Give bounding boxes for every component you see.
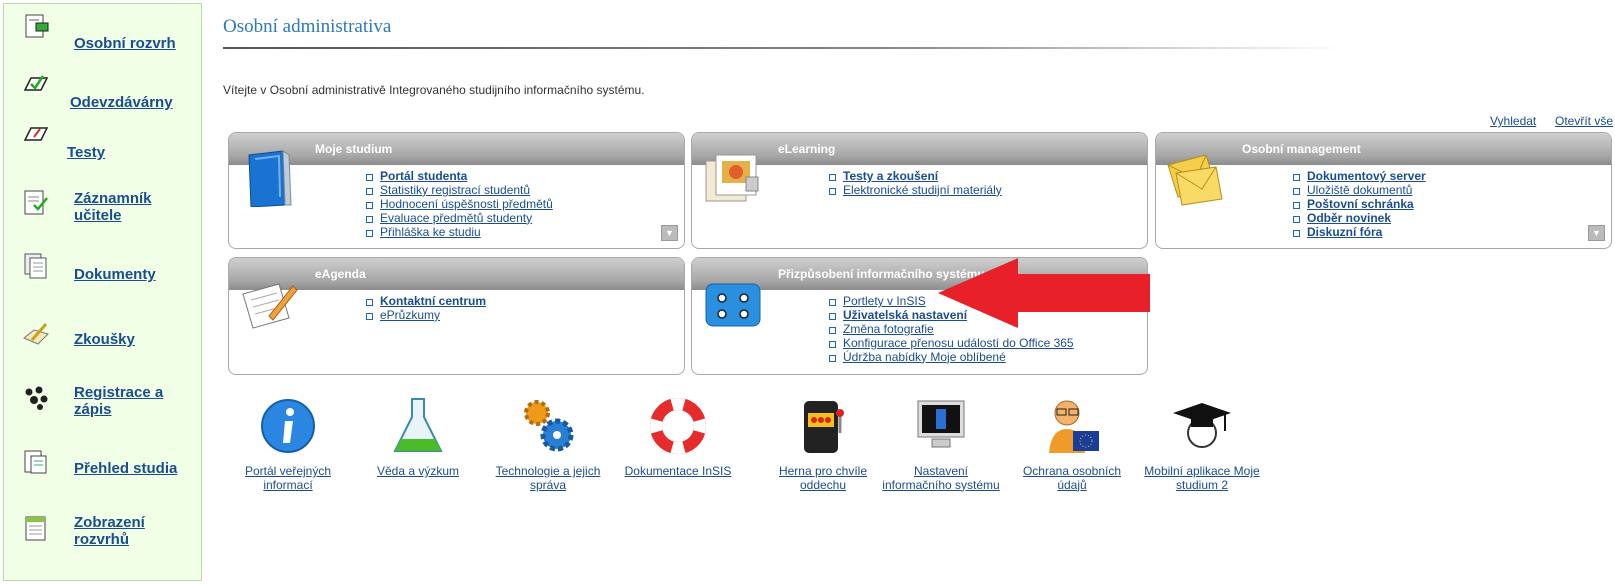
timetable-icon: [25, 516, 46, 541]
elearning-icon: [705, 154, 759, 202]
page-title: Osobní administrativa: [223, 16, 392, 37]
link-odber-novinek[interactable]: Odběr novinek: [1307, 211, 1391, 225]
portlet-moje-studium: Moje studium Portál studenta Statistiky …: [228, 132, 685, 249]
notebook-icon: [24, 190, 48, 215]
list-item[interactable]: Testy a zkoušení: [829, 169, 1002, 184]
portlet-title: Moje studium: [315, 142, 393, 156]
list-item[interactable]: Poštovní schránka: [1293, 197, 1426, 212]
slot-machine-icon: [804, 401, 844, 453]
sidebar: Osobní rozvrh Odevzdávárny Testy Záznamn…: [3, 3, 202, 581]
sidebar-item-label[interactable]: Dokumenty: [74, 266, 156, 283]
open-all-link[interactable]: Otevřít vše: [1555, 114, 1613, 128]
sidebar-item-label[interactable]: Zkoušky: [74, 331, 135, 348]
list-item[interactable]: ePrůzkumy: [366, 308, 486, 323]
quick-link-label[interactable]: Mobilní aplikace Moje studium 2: [1142, 464, 1262, 492]
link-prihlaska[interactable]: Přihláška ke studiu: [380, 225, 481, 239]
portlet-title: Osobní management: [1242, 142, 1361, 156]
list-item[interactable]: Portál studenta: [366, 169, 553, 184]
link-udrzba-nabidky[interactable]: Údržba nabídky Moje oblíbené: [843, 350, 1006, 364]
documents-icon: [24, 253, 47, 279]
link-portal-studenta[interactable]: Portál studenta: [380, 169, 467, 183]
list-item[interactable]: Kontaktní centrum: [366, 294, 486, 309]
welcome-text: Vítejte v Osobní administrativě Integrov…: [223, 83, 645, 97]
quick-link-dokumentace-insis[interactable]: Dokumentace InSIS: [618, 395, 738, 479]
list-item[interactable]: Uložiště dokumentů: [1293, 183, 1426, 198]
quick-link-label[interactable]: Dokumentace InSIS: [618, 464, 738, 479]
quick-link-ochrana-osobnich-udaju[interactable]: Ochrana osobních údajů: [1012, 395, 1132, 492]
list-item[interactable]: Hodnocení úspěšnosti předmětů: [366, 197, 553, 212]
gdpr-person-icon: [1049, 400, 1099, 453]
link-epruzkumy[interactable]: ePrůzkumy: [380, 308, 440, 322]
link-statistiky[interactable]: Statistiky registrací studentů: [380, 183, 530, 197]
link-portlety-v-insis[interactable]: Portlety v InSIS: [843, 294, 926, 308]
quick-link-veda-a-vyzkum[interactable]: Věda a výzkum: [358, 395, 478, 479]
expand-button[interactable]: ▼: [1588, 225, 1605, 241]
quick-link-technologie[interactable]: Technologie a jejich správa: [488, 395, 608, 492]
lifebuoy-icon: [650, 398, 706, 454]
link-konfigurace-office365[interactable]: Konfigurace přenosu událostí do Office 3…: [843, 336, 1074, 350]
quick-link-label[interactable]: Technologie a jejich správa: [488, 464, 608, 492]
quick-link-label[interactable]: Nastavení informačního systému: [881, 464, 1001, 492]
quick-link-herna[interactable]: Herna pro chvíle oddechu: [763, 395, 883, 492]
portlet-osobni-management: Osobní management Dokumentový server Ulo…: [1155, 132, 1612, 249]
link-dokumentovy-server[interactable]: Dokumentový server: [1307, 169, 1426, 183]
graduation-cap-icon: [1173, 403, 1231, 448]
paw-icon: [25, 386, 48, 410]
link-zmena-fotografie[interactable]: Změna fotografie: [843, 322, 934, 336]
sidebar-item-label[interactable]: Osobní rozvrh: [74, 35, 176, 52]
portlet-title: eLearning: [778, 142, 836, 156]
list-item[interactable]: Údržba nabídky Moje oblíbené: [829, 350, 1074, 365]
sidebar-item-label[interactable]: Odevzdávárny: [70, 94, 173, 111]
test-icon: [23, 127, 49, 141]
quick-link-nastaveni-is[interactable]: Nastavení informačního systému: [881, 395, 1001, 492]
dropbox-icon: [23, 75, 49, 91]
sidebar-item-label[interactable]: Přehled studia: [74, 460, 177, 477]
sidebar-item-label[interactable]: Záznamník učitele: [74, 190, 203, 224]
portlet-elearning: eLearning Testy a zkoušení Elektronické …: [691, 132, 1148, 249]
link-evaluace[interactable]: Evaluace předmětů studenty: [380, 211, 532, 225]
list-item[interactable]: Konfigurace přenosu událostí do Office 3…: [829, 336, 1074, 351]
monitor-icon: [917, 400, 965, 448]
sidebar-item-label[interactable]: Testy: [67, 144, 105, 161]
portlet-eagenda: eAgenda Kontaktní centrum ePrůzkumy: [228, 257, 685, 375]
link-diskuzni-fora[interactable]: Diskuzní fóra: [1307, 225, 1382, 239]
list-item[interactable]: Dokumentový server: [1293, 169, 1426, 184]
quick-link-label[interactable]: Herna pro chvíle oddechu: [763, 464, 883, 492]
notepad-pencil-icon: [242, 283, 298, 329]
quick-link-label[interactable]: Ochrana osobních údajů: [1012, 464, 1132, 492]
link-kontaktni-centrum[interactable]: Kontaktní centrum: [380, 294, 486, 308]
list-item[interactable]: Statistiky registrací studentů: [366, 183, 553, 198]
quick-link-mobilni-aplikace[interactable]: Mobilní aplikace Moje studium 2: [1142, 395, 1262, 492]
flask-icon: [393, 398, 443, 452]
list-item[interactable]: Evaluace předmětů studenty: [366, 211, 553, 226]
link-hodnoceni[interactable]: Hodnocení úspěšnosti předmětů: [380, 197, 553, 211]
portlet-title: eAgenda: [315, 267, 366, 281]
sidebar-item-label[interactable]: Registrace a zápis: [74, 384, 203, 418]
schedule-icon: [25, 14, 49, 38]
list-item[interactable]: Přihláška ke studiu: [366, 225, 553, 240]
link-elektronicke-materialy[interactable]: Elektronické studijní materiály: [843, 183, 1002, 197]
exam-icon: [23, 323, 49, 345]
quick-link-portal-verejnych-informaci[interactable]: Portál veřejných informací: [228, 395, 348, 492]
list-item[interactable]: Odběr novinek: [1293, 211, 1426, 226]
book-icon: [248, 150, 292, 207]
title-divider: [223, 47, 1343, 49]
link-uloziste[interactable]: Uložiště dokumentů: [1307, 183, 1412, 197]
link-postovni-schranka[interactable]: Poštovní schránka: [1307, 197, 1414, 211]
list-item[interactable]: Elektronické studijní materiály: [829, 183, 1002, 198]
customize-icon: [705, 283, 761, 327]
link-testy-a-zkouseni[interactable]: Testy a zkoušení: [843, 169, 938, 183]
expand-button[interactable]: ▼: [661, 225, 678, 241]
study-overview-icon: [24, 450, 47, 474]
sidebar-item-label[interactable]: Zobrazení rozvrhů: [74, 514, 203, 548]
quick-link-label[interactable]: Portál veřejných informací: [228, 464, 348, 492]
envelopes-icon: [1167, 154, 1223, 206]
gears-icon: [524, 400, 574, 452]
info-icon: [261, 399, 315, 453]
list-item[interactable]: Diskuzní fóra: [1293, 225, 1426, 240]
quick-link-label[interactable]: Věda a výzkum: [358, 464, 478, 479]
red-arrow-annotation: [938, 258, 1150, 328]
search-link[interactable]: Vyhledat: [1490, 114, 1536, 128]
